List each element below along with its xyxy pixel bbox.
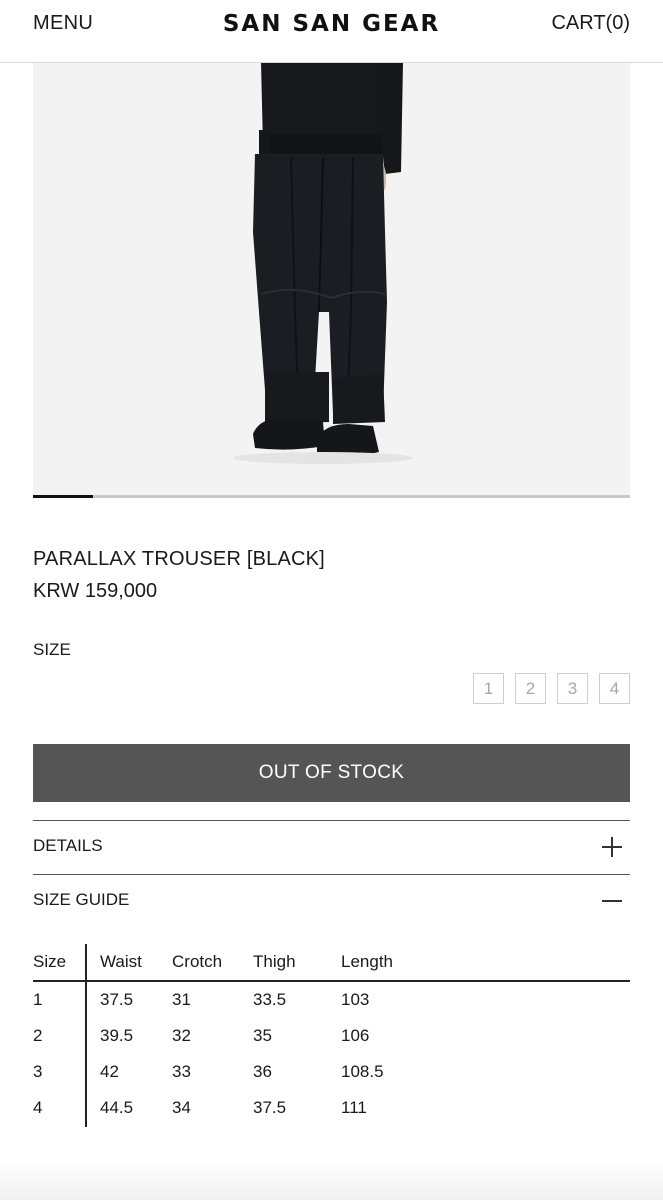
size-option-1[interactable]: 1 bbox=[473, 673, 504, 704]
table-cell: 32 bbox=[172, 1026, 191, 1045]
size-label: SIZE bbox=[33, 640, 71, 659]
carousel-progress-indicator bbox=[33, 495, 93, 498]
table-cell: 36 bbox=[253, 1062, 272, 1081]
table-header-length: Length bbox=[341, 952, 393, 971]
size-guide-accordion[interactable]: SIZE GUIDE bbox=[33, 874, 630, 928]
table-cell: 111 bbox=[341, 1098, 367, 1117]
carousel-progress-track[interactable] bbox=[33, 495, 630, 498]
size-guide-title: SIZE GUIDE bbox=[33, 890, 130, 909]
table-cell: 39.5 bbox=[100, 1026, 134, 1045]
size-options: 1 2 3 4 bbox=[473, 673, 630, 704]
footer-fade bbox=[0, 1160, 663, 1200]
table-header-crotch: Crotch bbox=[172, 952, 223, 971]
table-cell: 34 bbox=[172, 1098, 191, 1117]
table-cell: 3 bbox=[33, 1062, 43, 1081]
table-header-thigh: Thigh bbox=[253, 952, 296, 971]
product-photo bbox=[33, 62, 630, 498]
table-cell: 35 bbox=[253, 1026, 272, 1045]
plus-icon[interactable] bbox=[602, 837, 622, 857]
table-cell: 108.5 bbox=[341, 1062, 384, 1081]
table-header-divider bbox=[33, 980, 630, 982]
table-header-waist: Waist bbox=[100, 952, 142, 971]
table-cell: 4 bbox=[33, 1098, 43, 1117]
out-of-stock-button[interactable]: OUT OF STOCK bbox=[33, 744, 630, 802]
cart-button[interactable]: CART(0) bbox=[551, 12, 630, 35]
size-option-2[interactable]: 2 bbox=[515, 673, 546, 704]
table-column-divider bbox=[85, 944, 87, 1127]
table-cell: 106 bbox=[341, 1026, 370, 1045]
table-header-size: Size bbox=[33, 952, 67, 971]
table-cell: 1 bbox=[33, 990, 43, 1009]
product-name: PARALLAX TROUSER [BLACK] bbox=[33, 548, 325, 570]
table-cell: 33 bbox=[172, 1062, 191, 1081]
table-cell: 37.5 bbox=[100, 990, 134, 1009]
size-option-3[interactable]: 3 bbox=[557, 673, 588, 704]
table-cell: 33.5 bbox=[253, 990, 287, 1009]
details-title: DETAILS bbox=[33, 836, 103, 855]
table-cell: 2 bbox=[33, 1026, 43, 1045]
details-accordion[interactable]: DETAILS bbox=[33, 820, 630, 874]
table-cell: 44.5 bbox=[100, 1098, 134, 1117]
table-cell: 31 bbox=[172, 990, 191, 1009]
product-price: KRW 159,000 bbox=[33, 580, 158, 602]
product-image[interactable] bbox=[33, 62, 630, 498]
site-header: MENU SAN SAN GEAR CART(0) bbox=[0, 0, 663, 63]
table-cell: 42 bbox=[100, 1062, 119, 1081]
table-cell: 37.5 bbox=[253, 1098, 287, 1117]
size-option-4[interactable]: 4 bbox=[599, 673, 630, 704]
minus-icon[interactable] bbox=[602, 891, 622, 911]
table-cell: 103 bbox=[341, 990, 370, 1009]
